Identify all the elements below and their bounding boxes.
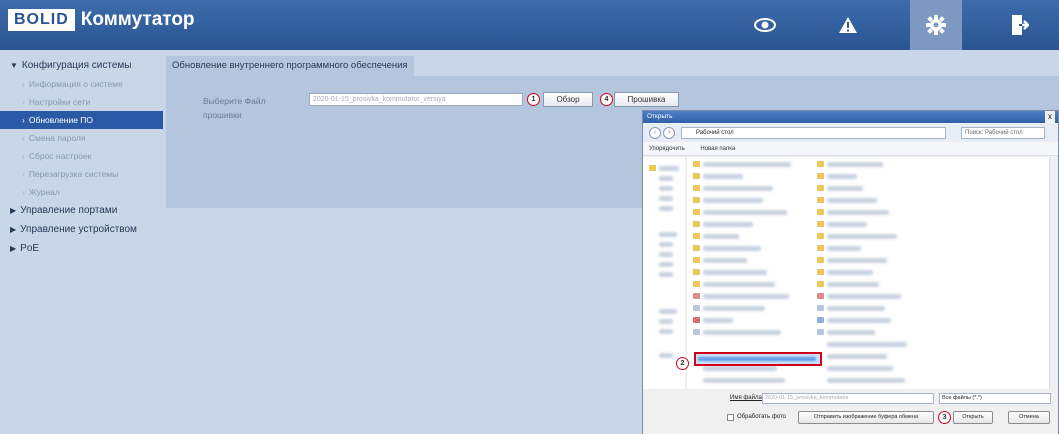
address-value: Рабочий стол xyxy=(696,130,734,136)
sidebar-group-label: Управление устройством xyxy=(20,224,137,235)
back-icon[interactable]: ‹ xyxy=(649,127,661,139)
dialog-search-input[interactable]: Поиск: Рабочий стол xyxy=(961,127,1045,139)
step-badge-2: 2 xyxy=(676,357,689,370)
filename-input[interactable]: 2020-01-15_prosivka_kommutator xyxy=(762,393,934,404)
caret-right-icon: ▶ xyxy=(10,225,17,234)
dialog-nav-pane[interactable] xyxy=(643,157,685,389)
sidebar-item-change-password[interactable]: Смена пароля xyxy=(0,129,163,147)
sidebar-group-device[interactable]: ▶ Управление устройством xyxy=(0,220,163,239)
dialog-titlebar: Открыть x xyxy=(643,111,1058,123)
file-type-select[interactable]: Все файлы (*.*) xyxy=(939,393,1051,404)
clipboard-button[interactable]: Отправить изображение буфера обмена xyxy=(798,411,934,424)
dialog-scrollbar[interactable] xyxy=(1049,157,1058,389)
browse-button[interactable]: Обзор xyxy=(543,92,593,107)
app-title: Коммутатор xyxy=(80,9,195,30)
dialog-toolbar: Упорядочить Новая папка xyxy=(643,142,1058,156)
sidebar-item-reset[interactable]: Сброс настроек xyxy=(0,147,163,165)
dialog-address-bar: ‹ › Рабочий стол Поиск: Рабочий стол xyxy=(643,124,1058,142)
step-badge-3: 3 xyxy=(938,411,951,424)
address-field[interactable]: Рабочий стол xyxy=(681,127,946,139)
favorites-icon xyxy=(649,165,656,171)
sidebar: ▼ Конфигурация системы Информация о сист… xyxy=(0,50,163,434)
dialog-title: Открыть xyxy=(647,113,673,120)
sidebar-group-poe[interactable]: ▶ PoE xyxy=(0,239,163,258)
gear-icon[interactable] xyxy=(910,0,962,50)
warning-icon[interactable] xyxy=(822,0,874,50)
sidebar-group-label: Конфигурация системы xyxy=(21,60,132,71)
new-folder-button[interactable]: Новая папка xyxy=(700,146,735,152)
cancel-button[interactable]: Отмена xyxy=(1008,411,1050,424)
sidebar-item-log[interactable]: Журнал xyxy=(0,183,163,201)
sidebar-group-label: Управление портами xyxy=(20,205,118,216)
page-title-tab: Обновление внутреннего программного обес… xyxy=(166,56,414,76)
sidebar-group-system-config[interactable]: ▼ Конфигурация системы xyxy=(0,56,163,75)
process-photo-checkbox[interactable] xyxy=(727,414,734,421)
logout-icon[interactable] xyxy=(994,0,1046,50)
caret-down-icon: ▼ xyxy=(10,61,18,70)
organize-menu[interactable]: Упорядочить xyxy=(649,146,685,152)
logo-mark: BOLID xyxy=(8,9,75,31)
file-label: Выберите Файл прошивки xyxy=(203,96,266,120)
file-path-input[interactable]: 2020-01-15_prosivka_kommutator_versiya xyxy=(309,93,523,106)
filename-label: Имя файла: xyxy=(730,395,764,401)
selected-firmware-file[interactable] xyxy=(694,352,822,366)
top-header: BOLID Коммутатор xyxy=(0,0,1059,50)
close-icon[interactable]: x xyxy=(1045,111,1055,123)
eye-icon[interactable] xyxy=(739,0,791,50)
caret-right-icon: ▶ xyxy=(10,206,17,215)
sidebar-item-firmware-update[interactable]: Обновление ПО xyxy=(0,111,163,129)
forward-icon[interactable]: › xyxy=(663,127,675,139)
logo: BOLID Коммутатор xyxy=(8,9,195,31)
dialog-footer: Имя файла: 2020-01-15_prosivka_kommutato… xyxy=(643,389,1058,434)
sidebar-item-network[interactable]: Настройки сети xyxy=(0,93,163,111)
caret-right-icon: ▶ xyxy=(10,244,17,253)
sidebar-item-reboot[interactable]: Перезагрузка системы xyxy=(0,165,163,183)
sidebar-group-label: PoE xyxy=(20,243,40,254)
step-badge-1: 1 xyxy=(527,93,540,106)
open-file-dialog: Открыть x ‹ › Рабочий стол Поиск: Рабочи… xyxy=(642,110,1059,434)
step-badge-4: 4 xyxy=(600,93,613,106)
flash-button[interactable]: Прошивка xyxy=(614,92,679,107)
open-button[interactable]: Открыть xyxy=(953,411,993,424)
process-photo-label: Обработать фото xyxy=(737,414,787,420)
sidebar-item-system-info[interactable]: Информация о системе xyxy=(0,75,163,93)
sidebar-group-ports[interactable]: ▶ Управление портами xyxy=(0,201,163,220)
